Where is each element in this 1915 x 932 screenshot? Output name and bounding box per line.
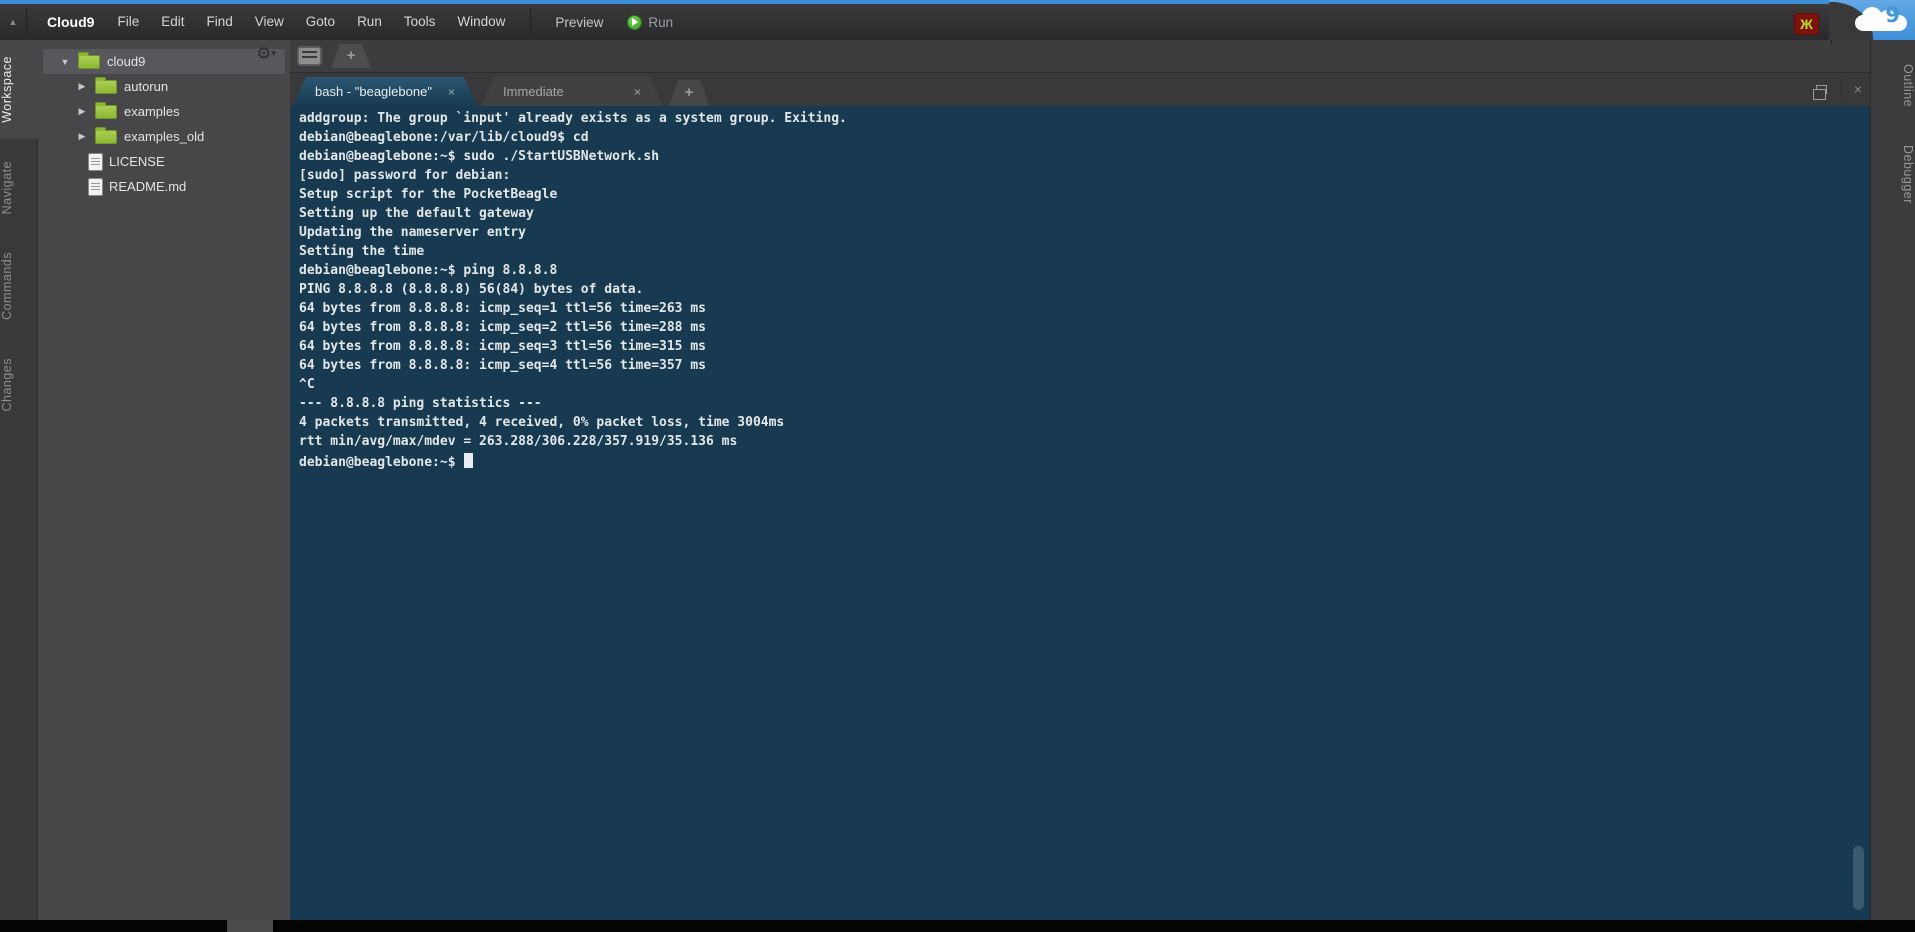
close-tab-icon[interactable]: × (448, 85, 455, 99)
expand-arrow-icon[interactable]: ▶ (75, 106, 89, 117)
tree-settings-gear-icon[interactable]: ⚙▾ (256, 44, 276, 64)
terminal-line: Updating the nameserver entry (299, 225, 1870, 244)
menubar-divider (26, 8, 27, 36)
panel-resize-grip[interactable] (227, 920, 273, 932)
right-dock-tab[interactable]: Debugger (1871, 131, 1915, 218)
terminal-line: ^C (299, 377, 1870, 396)
menu-items: FileEditFindViewGotoRunToolsWindow (106, 4, 516, 40)
terminal-scrollbar-thumb[interactable] (1853, 846, 1864, 910)
terminal-line: debian@beaglebone:/var/lib/cloud9$ cd (299, 130, 1870, 149)
terminal-line: 4 packets transmitted, 4 received, 0% pa… (299, 415, 1870, 434)
run-button-label: Run (648, 15, 673, 30)
file-icon (89, 179, 102, 195)
right-dock-strip: Outline Debugger (1870, 40, 1915, 920)
expand-arrow-icon[interactable]: ▶ (75, 131, 89, 142)
terminal-line: 64 bytes from 8.8.8.8: icmp_seq=1 ttl=56… (299, 301, 1870, 320)
tab-immediate[interactable]: Immediate × (481, 77, 663, 106)
console-toolbar: + (290, 40, 1870, 73)
menu-item[interactable]: Tools (393, 4, 447, 40)
terminal-line: rtt min/avg/max/mdev = 263.288/306.228/3… (299, 434, 1870, 453)
console-area: + bash - "beaglebone" × Immediate × + × … (290, 40, 1870, 920)
left-dock-tab[interactable]: Workspace (0, 40, 38, 139)
menu-item[interactable]: Run (346, 4, 393, 40)
tree-item-label: examples (124, 104, 180, 119)
add-tab-button[interactable]: + (669, 80, 709, 106)
menu-item[interactable]: File (106, 4, 150, 40)
folder-icon (95, 105, 117, 119)
menu-item[interactable]: View (244, 4, 295, 40)
left-dock-tab[interactable]: Navigate (0, 145, 38, 230)
terminal-line: [sudo] password for debian: (299, 168, 1870, 187)
terminal-line: --- 8.8.8.8 ping statistics --- (299, 396, 1870, 415)
cloud9-logo-menu[interactable]: Cloud9 (35, 14, 106, 30)
file-tree: ▼ cloud9 ▶ autorun ▶ (38, 40, 290, 199)
terminal-line: 64 bytes from 8.8.8.8: icmp_seq=4 ttl=56… (299, 358, 1870, 377)
left-dock-tab[interactable]: Changes (0, 342, 38, 428)
tree-item-label: cloud9 (107, 54, 145, 69)
console-list-icon[interactable] (297, 46, 322, 66)
tree-item[interactable]: ▶ autorun (38, 74, 290, 99)
tree-item-label: README.md (109, 179, 186, 194)
right-dock-tab[interactable]: Outline (1871, 50, 1915, 121)
divider (1841, 79, 1842, 99)
menu-item[interactable]: Edit (150, 4, 195, 40)
tree-item-label: examples_old (124, 129, 204, 144)
terminal-line: 64 bytes from 8.8.8.8: icmp_seq=2 ttl=56… (299, 320, 1870, 339)
maximize-pane-icon[interactable] (1816, 85, 1827, 94)
expand-arrow-icon[interactable]: ▶ (75, 81, 89, 92)
folder-icon (78, 55, 100, 69)
file-icon (89, 154, 102, 170)
tree-item-label: LICENSE (109, 154, 165, 169)
terminal-line: PING 8.8.8.8 (8.8.8.8) 56(84) bytes of d… (299, 282, 1870, 301)
menu-item[interactable]: Goto (295, 4, 346, 40)
tab-bash-beaglebone[interactable]: bash - "beaglebone" × (293, 77, 477, 106)
preview-button[interactable]: Preview (541, 15, 617, 30)
terminal-line: addgroup: The group `input' already exis… (299, 111, 1870, 130)
terminal-prompt-line: debian@beaglebone:~$ (299, 453, 1870, 472)
tree-item[interactable]: LICENSE (38, 149, 290, 174)
menu-item[interactable]: Window (446, 4, 516, 40)
close-pane-icon[interactable]: × (1854, 80, 1862, 98)
cloud9-brand-corner: 9 (1829, 0, 1915, 40)
run-play-icon (627, 15, 642, 30)
debug-bug-icon[interactable]: Ж (1794, 13, 1819, 35)
left-dock-tab[interactable]: Commands (0, 236, 38, 336)
terminal-line: debian@beaglebone:~$ ping 8.8.8.8 (299, 263, 1870, 282)
folder-icon (95, 130, 117, 144)
terminal-line: 64 bytes from 8.8.8.8: icmp_seq=3 ttl=56… (299, 339, 1870, 358)
tree-item-label: autorun (124, 79, 168, 94)
console-tab-bar: bash - "beaglebone" × Immediate × + × (290, 73, 1870, 106)
close-tab-icon[interactable]: × (634, 85, 641, 99)
run-button[interactable]: Run (617, 15, 683, 30)
tree-item[interactable]: ▶ examples (38, 99, 290, 124)
pane-window-controls: × (1816, 79, 1862, 99)
menubar-collapse-arrow-icon[interactable]: ▲ (0, 17, 26, 27)
terminal-line: Setup script for the PocketBeagle (299, 187, 1870, 206)
menu-item[interactable]: Find (195, 4, 243, 40)
terminal-line: Setting the time (299, 244, 1870, 263)
terminal-line: Setting up the default gateway (299, 206, 1870, 225)
terminal-output[interactable]: addgroup: The group `input' already exis… (290, 106, 1870, 920)
expand-arrow-icon[interactable]: ▼ (58, 57, 72, 67)
terminal-cursor (464, 453, 473, 468)
workspace-tree-panel: ⚙▾ ▼ cloud9 ▶ autorun ▶ (38, 40, 290, 920)
menubar-divider (530, 8, 531, 36)
cloud9-cloud-logo-icon[interactable]: 9 (1855, 7, 1907, 31)
tree-item[interactable]: ▶ examples_old (38, 124, 290, 149)
tree-item[interactable]: README.md (38, 174, 290, 199)
folder-icon (95, 80, 117, 94)
bottom-strip (0, 920, 1915, 932)
terminal-line: debian@beaglebone:~$ sudo ./StartUSBNetw… (299, 149, 1870, 168)
menubar: ▲ Cloud9 FileEditFindViewGotoRunToolsWin… (0, 0, 1915, 40)
left-dock-strip: Workspace Navigate Commands Changes (0, 40, 38, 920)
tree-item-cloud9[interactable]: ▼ cloud9 (43, 49, 285, 74)
add-pane-button[interactable]: + (331, 44, 371, 68)
